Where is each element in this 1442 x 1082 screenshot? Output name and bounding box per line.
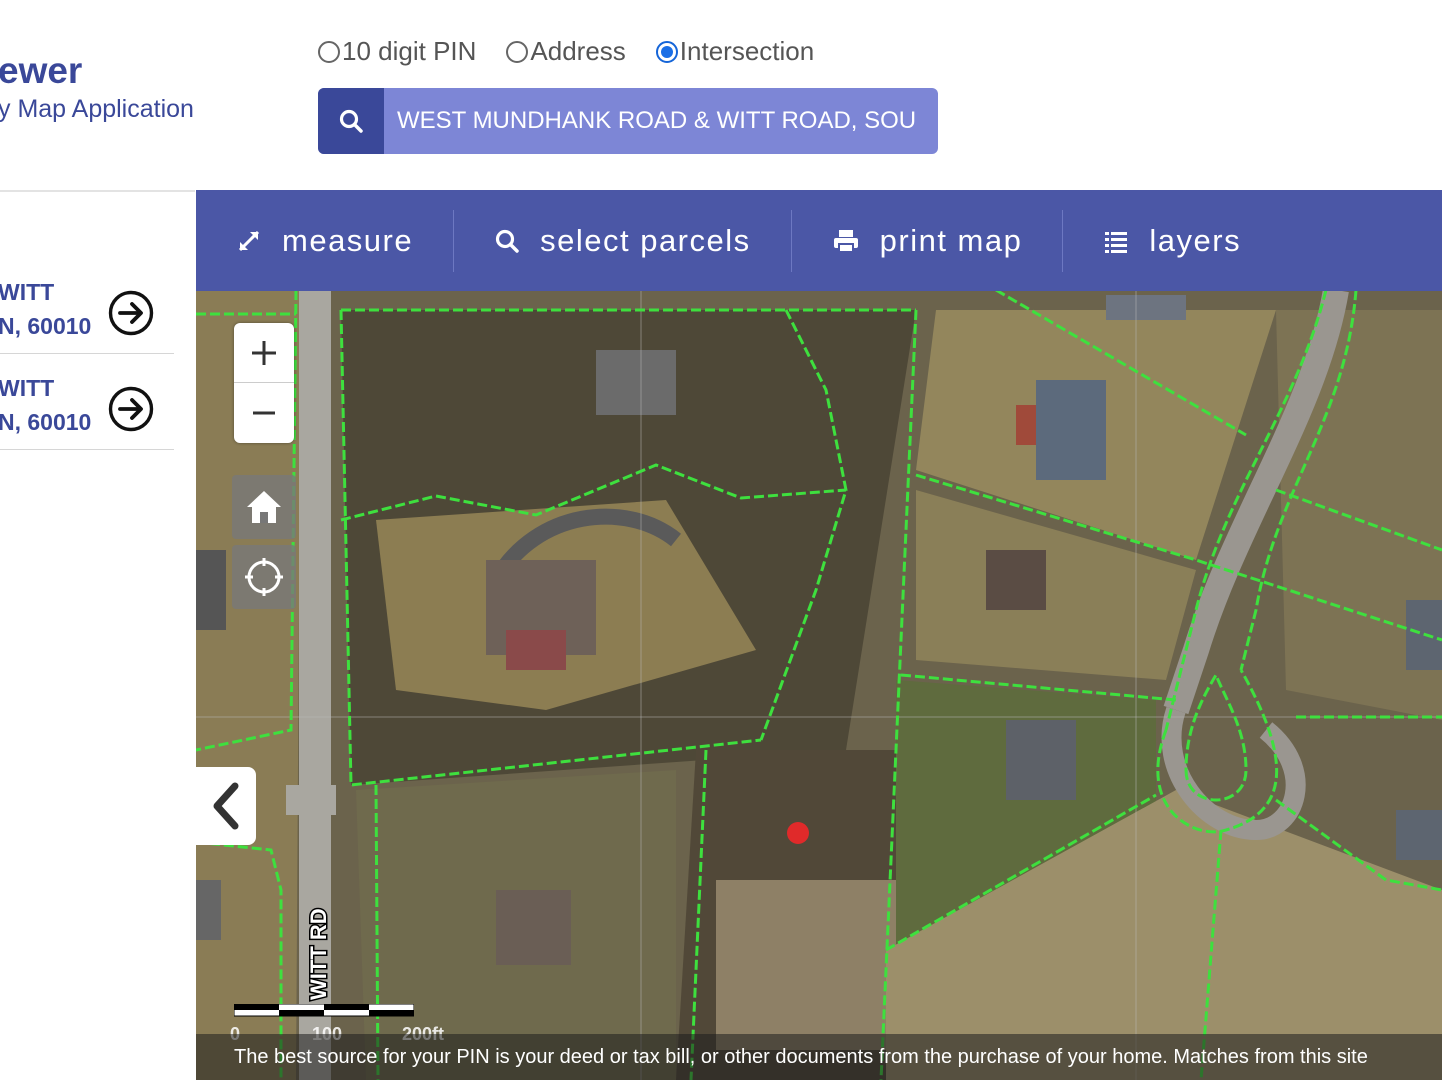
app-subtitle: y Map Application	[0, 95, 194, 123]
result-street: WITT	[0, 375, 55, 401]
search-button[interactable]	[318, 88, 384, 154]
radio-pin-circle[interactable]	[318, 40, 340, 63]
radio-address-label: Address	[530, 36, 626, 66]
result-city-zip: N, 60010	[0, 409, 92, 435]
home-icon	[247, 491, 281, 523]
result-item[interactable]: WITT N, 60010	[0, 353, 174, 450]
search-icon	[494, 228, 520, 254]
chevron-left-icon	[213, 782, 239, 830]
zoom-control	[234, 323, 294, 443]
printer-icon	[832, 228, 860, 254]
zoom-out-button[interactable]	[234, 383, 294, 442]
collapse-panel-button[interactable]	[196, 767, 256, 845]
search-type-selector: 10 digit PIN Address Intersection	[318, 36, 844, 67]
search-input[interactable]: WEST MUNDHANK ROAD & WITT ROAD, SOU	[384, 88, 938, 154]
search-bar: WEST MUNDHANK ROAD & WITT ROAD, SOU	[318, 88, 938, 154]
home-button[interactable]	[232, 475, 296, 539]
arrow-right-circle-icon[interactable]	[108, 386, 154, 432]
map-toolbar: measure select parcels print map layers	[196, 190, 1442, 291]
scale-bar: 0 100 200ft	[230, 1003, 444, 1044]
select-parcels-button[interactable]: select parcels	[454, 209, 792, 272]
measure-label: measure	[282, 222, 414, 258]
radio-intersection-label: Intersection	[679, 36, 815, 66]
arrow-right-circle-icon[interactable]	[108, 290, 154, 336]
result-street: WITT	[0, 279, 55, 305]
radio-intersection[interactable]: Intersection	[655, 36, 815, 67]
plus-icon	[252, 340, 276, 365]
result-item[interactable]: WITT N, 60010	[0, 257, 174, 354]
zoom-in-button[interactable]	[234, 323, 294, 383]
scale-bar-graphic	[233, 1003, 415, 1017]
disclaimer-banner: The best source for your PIN is your dee…	[196, 1034, 1442, 1080]
result-city-zip: N, 60010	[0, 313, 92, 339]
radio-intersection-circle[interactable]	[655, 40, 678, 63]
select-parcels-label: select parcels	[540, 222, 751, 258]
crosshair-icon	[245, 558, 283, 596]
measure-button[interactable]: measure	[196, 209, 455, 272]
layers-label: layers	[1149, 222, 1242, 258]
aerial-imagery[interactable]: WITT RD	[196, 190, 1442, 1080]
radio-address[interactable]: Address	[506, 36, 626, 67]
list-icon	[1103, 228, 1129, 254]
measure-icon	[236, 228, 262, 254]
print-map-button[interactable]: print map	[792, 209, 1064, 272]
search-icon	[339, 109, 363, 133]
app-title: ewer	[0, 50, 83, 91]
road-label: WITT RD	[306, 908, 331, 1000]
locate-button[interactable]	[232, 545, 296, 609]
radio-pin-label: 10 digit PIN	[342, 36, 477, 66]
print-map-label: print map	[879, 222, 1023, 258]
minus-icon	[253, 411, 275, 414]
layers-button[interactable]: layers	[1063, 210, 1281, 272]
results-panel: WITT N, 60010 WITT N, 60010	[0, 190, 195, 1082]
radio-address-circle[interactable]	[506, 40, 529, 63]
map-view[interactable]: WITT RD measure select parcels print map…	[196, 190, 1442, 1080]
radio-pin[interactable]: 10 digit PIN	[318, 36, 476, 67]
